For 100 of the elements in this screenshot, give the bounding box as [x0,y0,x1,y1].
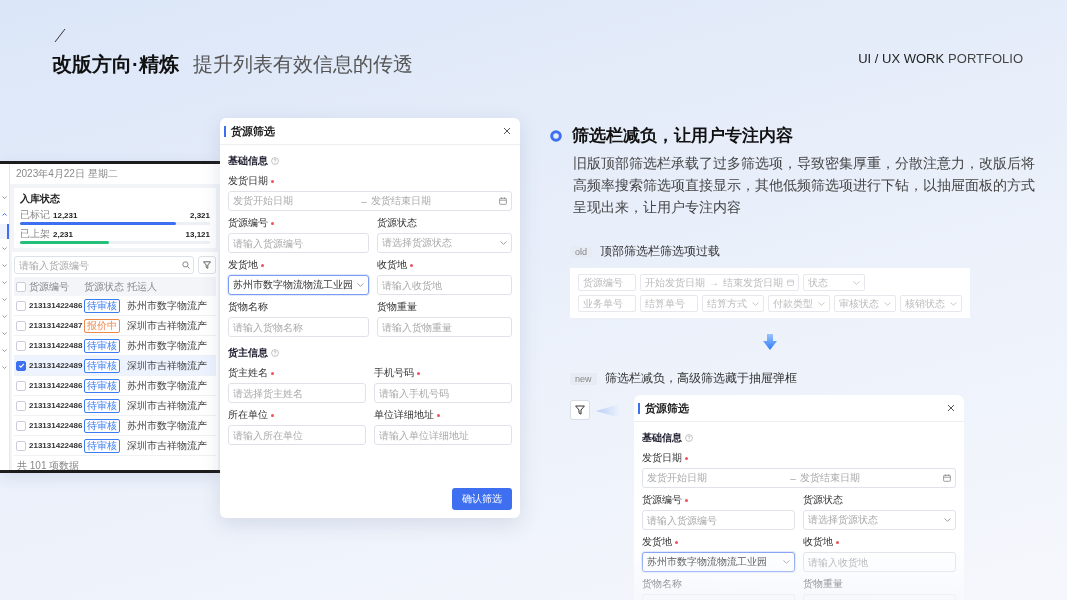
help-icon [685,434,693,442]
status-tag: 待审核 [84,358,120,373]
calendar-icon [499,197,507,205]
field-label: 单位详细地址 [374,408,440,422]
chevron-icon [950,301,957,306]
table-cell: 213131422489 [29,361,81,370]
status-tag: 待审核 [84,398,120,413]
table-cell: 苏州市数字物流产 [127,418,207,433]
table-cell: 深圳市吉祥物流产 [127,318,207,333]
field-label: 发货日期 [228,174,274,188]
row-count: 共 101 项数据 [16,459,81,470]
column-header: 托运人 [127,279,157,294]
bar-label: 已上架 [20,227,50,241]
field-label: 货主姓名 [228,366,274,380]
select-field[interactable]: 请选择货源状态 [803,510,956,530]
chevron-icon [818,301,825,306]
bar-count: 2,231 [53,230,74,239]
field-label: 发货日期 [642,451,688,465]
sidebar-item[interactable] [0,224,9,239]
filter-icon [575,405,585,415]
filter-select[interactable]: 状态 [803,274,865,291]
chevron-icon [752,301,759,306]
filter-select[interactable]: 核销状态 [900,295,962,312]
card-title: 入库状态 [20,192,61,206]
chevron-icon [783,560,790,564]
date-text: 2023年4月22日 星期二 [16,168,118,179]
status-tag: 待审核 [84,298,120,313]
status-tag: 待审核 [84,338,120,353]
select-field[interactable]: 请选择货源状态 [377,233,512,253]
header-checkbox[interactable] [16,281,26,292]
input-field[interactable]: 请输入所在单位 [228,425,366,445]
input-field[interactable]: 请输入货物重量 [377,317,512,337]
table-cell: 深圳市吉祥物流产 [127,398,207,413]
feature-title: 筛选栏减负，让用户专注内容 [572,125,793,147]
input-field[interactable]: 请输入货源编号 [642,510,795,530]
status-tag: 待审核 [84,418,120,433]
field-label: 手机号码 [374,366,420,380]
chevron-icon [500,241,507,245]
select-field[interactable]: 苏州市数字物流物流工业园 [228,275,369,295]
close-button[interactable] [946,403,956,413]
field-label: 收货地 [803,535,839,549]
select-placeholder: 状态 [808,275,828,290]
search-field[interactable]: 请输入货源编号 [14,256,194,274]
filter-button[interactable] [570,400,590,420]
table-cell: 213131422486 [29,301,81,310]
date-range-field[interactable]: 发货开始日期 – 发货结束日期 [642,468,956,488]
filter-button[interactable] [198,256,216,274]
bar-total: 13,121 [185,230,210,239]
table-cell: 213131422486 [29,421,81,430]
input-field[interactable]: 请输入单位详细地址 [374,425,512,445]
pointer-icon [596,404,620,418]
chevron-icon [853,280,860,285]
field-label: 货物名称 [228,300,268,314]
table-cell: 213131422486 [29,441,81,450]
table-cell: 深圳市吉祥物流产 [127,358,207,373]
status-tag: 报价中 [84,318,120,333]
help-icon [271,349,279,357]
version-tag: old [570,245,592,258]
feature-description: 旧版顶部筛选栏承载了过多筛选项，导致密集厚重，分散注意力，改版后将高频率搜索筛选项直接显示，其他低频筛选项进行下钻，以抽屉面板的方式呈现出来，让用户专注内容 [573,155,1035,217]
page-title: 改版方向·精炼 [52,52,179,77]
input-field[interactable]: 请输入手机号码 [374,383,512,403]
table-cell: 213131422488 [29,341,81,350]
status-tag: 待审核 [84,438,120,453]
confirm-button[interactable]: 确认筛选 [452,488,512,510]
bullet-icon [550,129,562,142]
brand-name: UI / UX WORK [858,51,945,66]
input-field[interactable]: 请输入收货地 [803,552,956,572]
version-tag: new [570,372,597,385]
drawer-title: 货源筛选 [638,402,689,414]
input-field[interactable]: 请选择货主姓名 [228,383,366,403]
select-placeholder: 请选择货源状态 [808,513,878,527]
close-button[interactable] [502,126,512,136]
range-separator: – [361,195,367,207]
table-cell: 213131422486 [29,381,81,390]
field-label: 发货地 [642,535,678,549]
field-label: 货源状态 [377,216,417,230]
select-field[interactable]: 苏州市数字物流物流工业园 [642,552,795,572]
column-header: 货源状态 [84,279,124,294]
input-field[interactable]: 请输入货物名称 [228,317,369,337]
bar-total: 2,321 [189,211,210,220]
table-cell: 苏州市数字物流产 [127,298,207,313]
table-cell: 苏州市数字物流产 [127,338,207,353]
section-title: 货主信息 [228,346,268,360]
filter-icon [203,261,211,269]
field-label: 货物名称 [642,577,682,591]
drawer-title: 货源筛选 [224,125,275,137]
range-separator: → [709,277,719,288]
status-tag: 待审核 [84,378,120,393]
input-field[interactable]: 请输入货源编号 [228,233,369,253]
input-field[interactable]: 请输入收货地 [377,275,512,295]
chevron-icon [357,283,364,287]
calendar-icon [787,279,794,286]
down-arrow-icon [763,334,777,350]
field-label: 货源编号 [642,493,688,507]
row-checkbox[interactable] [16,360,26,371]
slash-mark [54,28,66,43]
end-date-placeholder: 发货结束日期 [799,471,860,485]
date-range-field[interactable]: 发货开始日期 – 发货结束日期 [228,191,512,211]
search-icon [182,261,190,269]
range-separator: – [790,472,796,484]
